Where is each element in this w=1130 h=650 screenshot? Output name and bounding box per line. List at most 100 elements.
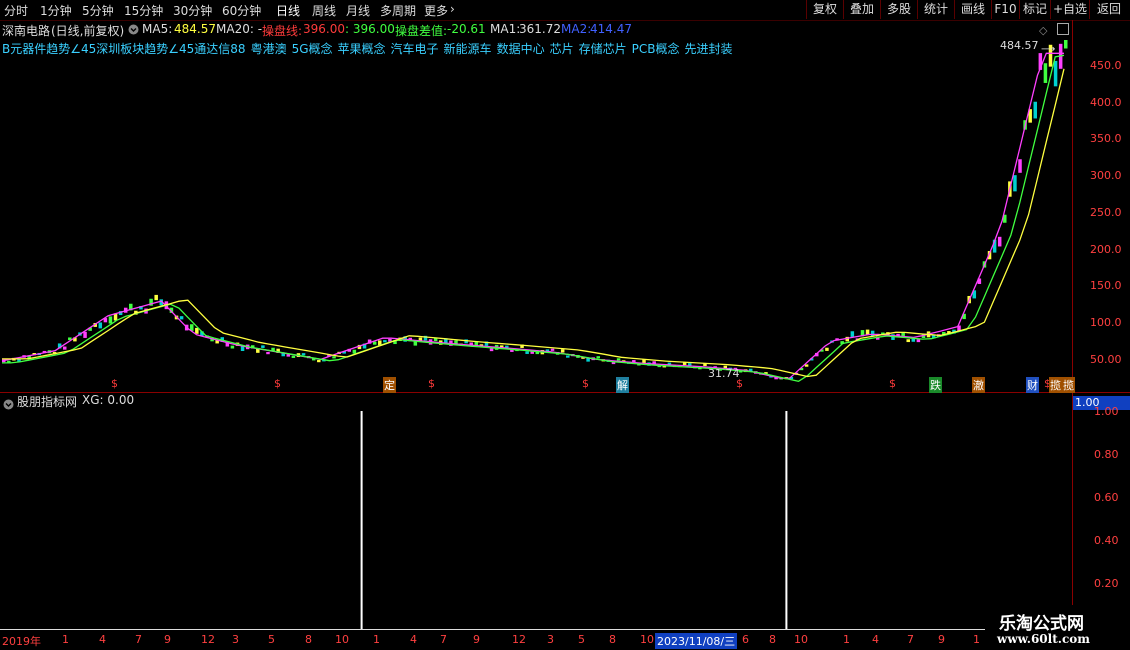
tab-weekly[interactable]: 周线 xyxy=(312,2,336,19)
cpl-label: 操盘线: xyxy=(262,24,303,38)
tab-multi-period[interactable]: 多周期 xyxy=(380,2,416,19)
x-axis-label: 4 xyxy=(872,633,879,646)
event-marker[interactable]: $ xyxy=(273,377,282,390)
ma2-value: 414.47 xyxy=(590,22,632,36)
x-axis-label: 9 xyxy=(164,633,171,646)
event-marker[interactable]: 揽 xyxy=(1049,377,1062,393)
x-axis-label: 10 xyxy=(794,633,808,646)
event-marker[interactable]: 澈 xyxy=(972,377,985,393)
event-marker[interactable]: $ xyxy=(110,377,119,390)
tab-1min[interactable]: 1分钟 xyxy=(40,2,72,19)
x-axis-label: 4 xyxy=(99,633,106,646)
fuquan-button[interactable]: 复权 xyxy=(806,0,843,19)
chevron-right-icon[interactable]: › xyxy=(450,2,455,16)
draw-line-button[interactable]: 画线 xyxy=(954,0,991,19)
diamond-icon[interactable]: ◇ xyxy=(1039,24,1047,37)
candle xyxy=(266,352,270,355)
candle xyxy=(586,358,590,362)
x-axis-line xyxy=(0,629,1072,630)
x-axis-label: 5 xyxy=(268,633,275,646)
indicator-tick: 0.60 xyxy=(1094,491,1119,504)
event-marker[interactable]: $ xyxy=(735,377,744,390)
ma-lines-group xyxy=(1,52,1065,382)
candle xyxy=(911,338,916,342)
candle xyxy=(352,349,357,354)
x-axis-label: 7 xyxy=(907,633,914,646)
candle xyxy=(154,294,158,301)
candle xyxy=(1053,60,1058,87)
overlay-button[interactable]: 叠加 xyxy=(843,0,880,19)
candle xyxy=(825,347,829,351)
ma5-value: 484.57 xyxy=(174,22,216,36)
f10-button[interactable]: F10 xyxy=(991,0,1019,19)
candle xyxy=(108,316,113,324)
tab-fenshi[interactable]: 分时 xyxy=(4,2,28,19)
event-marker[interactable]: $ xyxy=(427,377,436,390)
candle xyxy=(291,355,296,358)
indicator-chart[interactable] xyxy=(0,393,1072,629)
price-tick: 200.0 xyxy=(1090,243,1122,256)
ma-line xyxy=(1,52,1064,379)
x-axis-label: 3 xyxy=(232,633,239,646)
candle xyxy=(98,322,103,329)
event-marker[interactable]: 跌 xyxy=(929,377,942,393)
candle xyxy=(916,339,921,343)
x-axis-label: 5 xyxy=(578,633,585,646)
x-axis-label: 8 xyxy=(305,633,312,646)
candle xyxy=(596,356,601,359)
x-axis-label: 4 xyxy=(410,633,417,646)
event-marker[interactable]: 财 xyxy=(1026,377,1039,393)
candle xyxy=(850,331,855,337)
candle xyxy=(301,353,306,356)
price-tick: 450.0 xyxy=(1090,59,1122,72)
window-toggle-icon[interactable] xyxy=(1057,23,1069,35)
x-axis-label: 3 xyxy=(547,633,554,646)
event-marker[interactable]: 揽 xyxy=(1062,377,1075,393)
event-marker[interactable]: $ xyxy=(888,377,897,390)
add-favorite-button[interactable]: +自选 xyxy=(1050,0,1089,19)
candle xyxy=(317,360,321,363)
tab-30min[interactable]: 30分钟 xyxy=(173,2,212,19)
candle xyxy=(616,358,621,361)
candle xyxy=(560,349,565,353)
x-axis-label: 9 xyxy=(938,633,945,646)
tab-more[interactable]: 更多 xyxy=(424,2,448,19)
price-tick: 300.0 xyxy=(1090,169,1122,182)
price-chart[interactable] xyxy=(0,40,1072,390)
tab-15min[interactable]: 15分钟 xyxy=(124,2,163,19)
event-marker[interactable]: $ xyxy=(581,377,590,390)
indicator-tick: 1.00 xyxy=(1094,405,1119,418)
tab-60min[interactable]: 60分钟 xyxy=(222,2,261,19)
tab-monthly[interactable]: 月线 xyxy=(346,2,370,19)
event-marker[interactable]: 解 xyxy=(616,377,629,393)
ma-line xyxy=(2,68,1065,378)
x-axis-label: 12 xyxy=(512,633,526,646)
candle xyxy=(383,340,387,343)
indicator-tick: 0.80 xyxy=(1094,448,1119,461)
price-tick: 400.0 xyxy=(1090,96,1122,109)
watermark-title: 乐淘公式网 xyxy=(999,614,1084,634)
stats-button[interactable]: 统计 xyxy=(917,0,954,19)
candle xyxy=(195,327,199,334)
x-axis-label: 8 xyxy=(769,633,776,646)
diff-label: 操盘差值: xyxy=(395,24,448,38)
mark-button[interactable]: 标记 xyxy=(1019,0,1050,19)
cpl2-value: : 396.00 xyxy=(345,22,395,36)
indicator-tick: 0.20 xyxy=(1094,577,1119,590)
x-axis-label: 1 xyxy=(62,633,69,646)
candle xyxy=(286,354,291,357)
watermark-url: www.60lt.com xyxy=(997,632,1090,646)
x-axis-label: 10 xyxy=(335,633,349,646)
candle xyxy=(906,339,910,343)
indicator-tick: 0.40 xyxy=(1094,534,1119,547)
back-button[interactable]: 返回 xyxy=(1089,0,1128,19)
tab-daily[interactable]: 日线 xyxy=(276,2,300,19)
tab-5min[interactable]: 5分钟 xyxy=(82,2,114,19)
price-tick: 50.00 xyxy=(1090,353,1122,366)
period-toolbar: 分时 1分钟 5分钟 15分钟 30分钟 60分钟 日线 周线 月线 多周期 更… xyxy=(0,0,1130,21)
candle xyxy=(230,345,235,349)
dropdown-icon[interactable] xyxy=(128,22,139,38)
x-axis-label: 1 xyxy=(843,633,850,646)
multi-stock-button[interactable]: 多股 xyxy=(880,0,917,19)
event-marker[interactable]: 定 xyxy=(383,377,396,393)
